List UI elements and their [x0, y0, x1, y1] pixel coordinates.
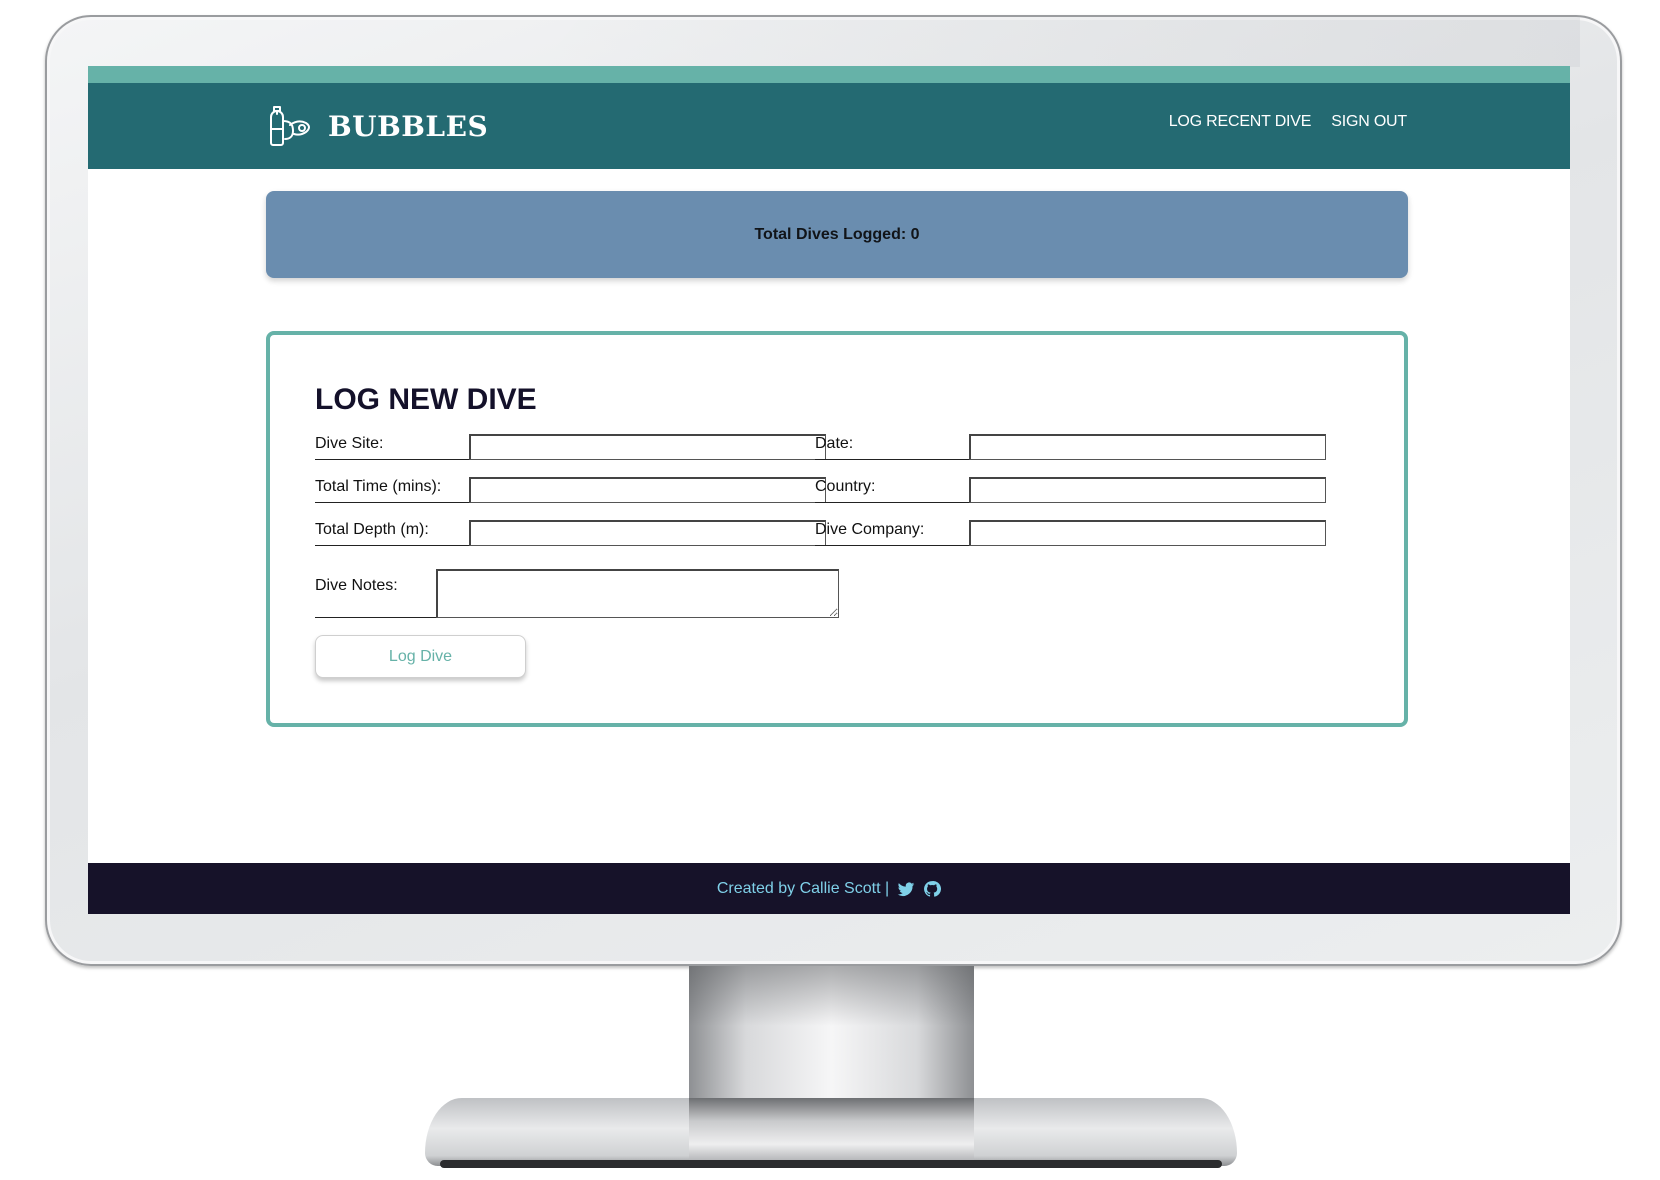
nav-log-recent-dive[interactable]: LOG RECENT DIVE: [1169, 113, 1312, 131]
footer-credit: Created by Callie Scott |: [716, 879, 890, 897]
field-dive-company: Dive Company:: [815, 520, 1326, 546]
dive-site-label: Dive Site:: [315, 434, 469, 460]
total-time-label: Total Time (mins):: [315, 477, 469, 503]
form-title: LOG NEW DIVE: [315, 383, 537, 416]
site-footer: Created by Callie Scott |: [88, 863, 1570, 914]
brand-name: BUBBLES: [328, 109, 489, 143]
dive-stats-banner: Total Dives Logged: 0: [266, 191, 1408, 278]
field-country: Country:: [815, 477, 1326, 503]
monitor-base-joint: [689, 1098, 974, 1164]
total-depth-label: Total Depth (m):: [315, 520, 469, 546]
log-dive-form: LOG NEW DIVE Dive Site: Date: Total Time…: [266, 331, 1408, 727]
total-time-input[interactable]: [469, 477, 826, 503]
field-total-depth: Total Depth (m):: [315, 520, 826, 546]
main-nav: LOG RECENT DIVE SIGN OUT: [1169, 113, 1407, 131]
github-icon[interactable]: [923, 880, 942, 898]
date-label: Date:: [815, 434, 969, 460]
dive-notes-textarea[interactable]: [436, 569, 839, 618]
brand[interactable]: BUBBLES: [266, 103, 488, 149]
twitter-icon[interactable]: [897, 880, 915, 898]
site-header: BUBBLES LOG RECENT DIVE SIGN OUT: [88, 83, 1570, 169]
bezel-glare: [540, 17, 1580, 67]
nav-sign-out[interactable]: SIGN OUT: [1331, 113, 1407, 131]
monitor-mockup: BUBBLES LOG RECENT DIVE SIGN OUT Total D…: [0, 0, 1660, 1180]
field-total-time: Total Time (mins):: [315, 477, 826, 503]
dive-company-input[interactable]: [969, 520, 1326, 546]
accent-strip: [88, 66, 1570, 83]
country-input[interactable]: [969, 477, 1326, 503]
date-input[interactable]: [969, 434, 1326, 460]
total-depth-input[interactable]: [469, 520, 826, 546]
dive-notes-label: Dive Notes:: [315, 570, 437, 618]
field-date: Date:: [815, 434, 1326, 460]
monitor-base-edge: [440, 1160, 1222, 1168]
dive-site-input[interactable]: [469, 434, 826, 460]
browser-screen: BUBBLES LOG RECENT DIVE SIGN OUT Total D…: [88, 66, 1570, 914]
field-dive-site: Dive Site:: [315, 434, 826, 460]
dive-company-label: Dive Company:: [815, 520, 969, 546]
scuba-tank-icon: [270, 106, 310, 146]
total-dives-text: Total Dives Logged: 0: [754, 225, 920, 243]
log-dive-button[interactable]: Log Dive: [315, 635, 526, 678]
country-label: Country:: [815, 477, 969, 503]
